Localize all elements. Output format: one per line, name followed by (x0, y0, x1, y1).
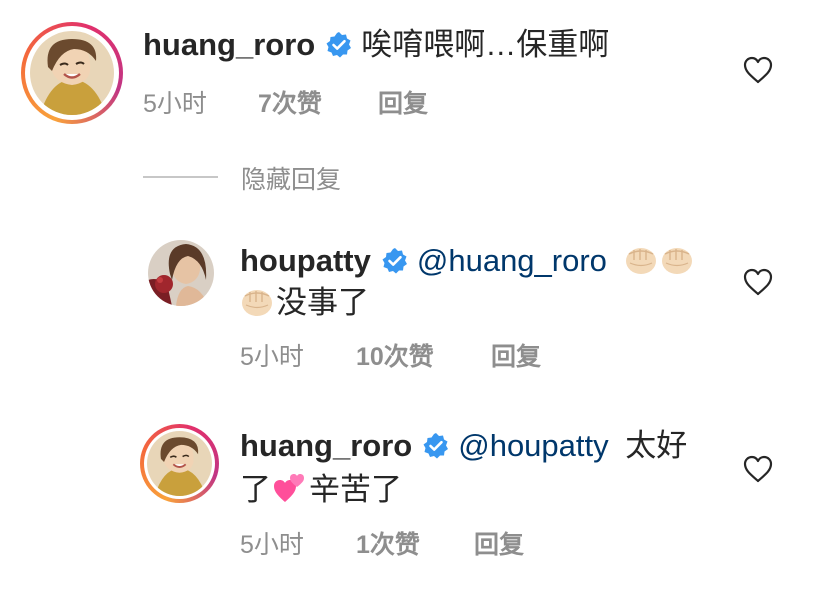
comment-text: 唉唷喂啊…保重啊 (361, 27, 610, 62)
comment-time: 5小时 (240, 531, 304, 559)
verified-badge-icon (381, 247, 409, 275)
like-count[interactable]: 10次赞 (356, 337, 434, 373)
fist-emoji-icon (241, 289, 273, 317)
like-count[interactable]: 7次赞 (258, 84, 322, 120)
comment-text-line-2: 了 辛苦了 (240, 470, 402, 510)
fist-emoji-icon (660, 247, 693, 275)
two-hearts-emoji-icon (274, 474, 304, 502)
comment-time: 5小时 (143, 90, 207, 118)
avatar-huang-roro-icon[interactable] (30, 31, 114, 115)
heart-icon[interactable] (743, 455, 773, 483)
comment-text-line-2: 没事了 (240, 283, 369, 323)
comment-time: 5小时 (240, 343, 304, 371)
comment-text-line: huang_roro 唉唷喂啊…保重啊 (143, 25, 609, 65)
username[interactable]: houpatty (240, 243, 371, 278)
comment-text-line: houpatty @huang_roro (240, 241, 696, 281)
comment-text: 辛苦了 (309, 472, 402, 507)
fist-emoji-icon (624, 247, 657, 275)
comment-text: 太好 (625, 428, 688, 463)
comment-text: 没事了 (276, 285, 369, 320)
username[interactable]: huang_roro (143, 27, 315, 62)
divider-line (143, 176, 218, 178)
verified-badge-icon (325, 31, 353, 59)
verified-badge-icon (422, 432, 450, 460)
reply-button[interactable]: 回复 (474, 525, 524, 561)
like-count[interactable]: 1次赞 (356, 525, 420, 561)
avatar-huang-roro-icon[interactable] (147, 431, 212, 496)
hide-replies-label[interactable]: 隐藏回复 (241, 160, 341, 196)
comment-text: 了 (240, 472, 271, 507)
avatar-houpatty-icon[interactable] (148, 240, 214, 306)
username[interactable]: huang_roro (240, 428, 412, 463)
heart-icon[interactable] (743, 268, 773, 296)
reply-button[interactable]: 回复 (491, 337, 541, 373)
reply-button[interactable]: 回复 (378, 84, 428, 120)
comment-text-line: huang_roro @houpatty 太好 (240, 426, 687, 466)
heart-icon[interactable] (743, 56, 773, 84)
mention-link[interactable]: @houpatty (458, 428, 608, 463)
mention-link[interactable]: @huang_roro (417, 243, 607, 278)
